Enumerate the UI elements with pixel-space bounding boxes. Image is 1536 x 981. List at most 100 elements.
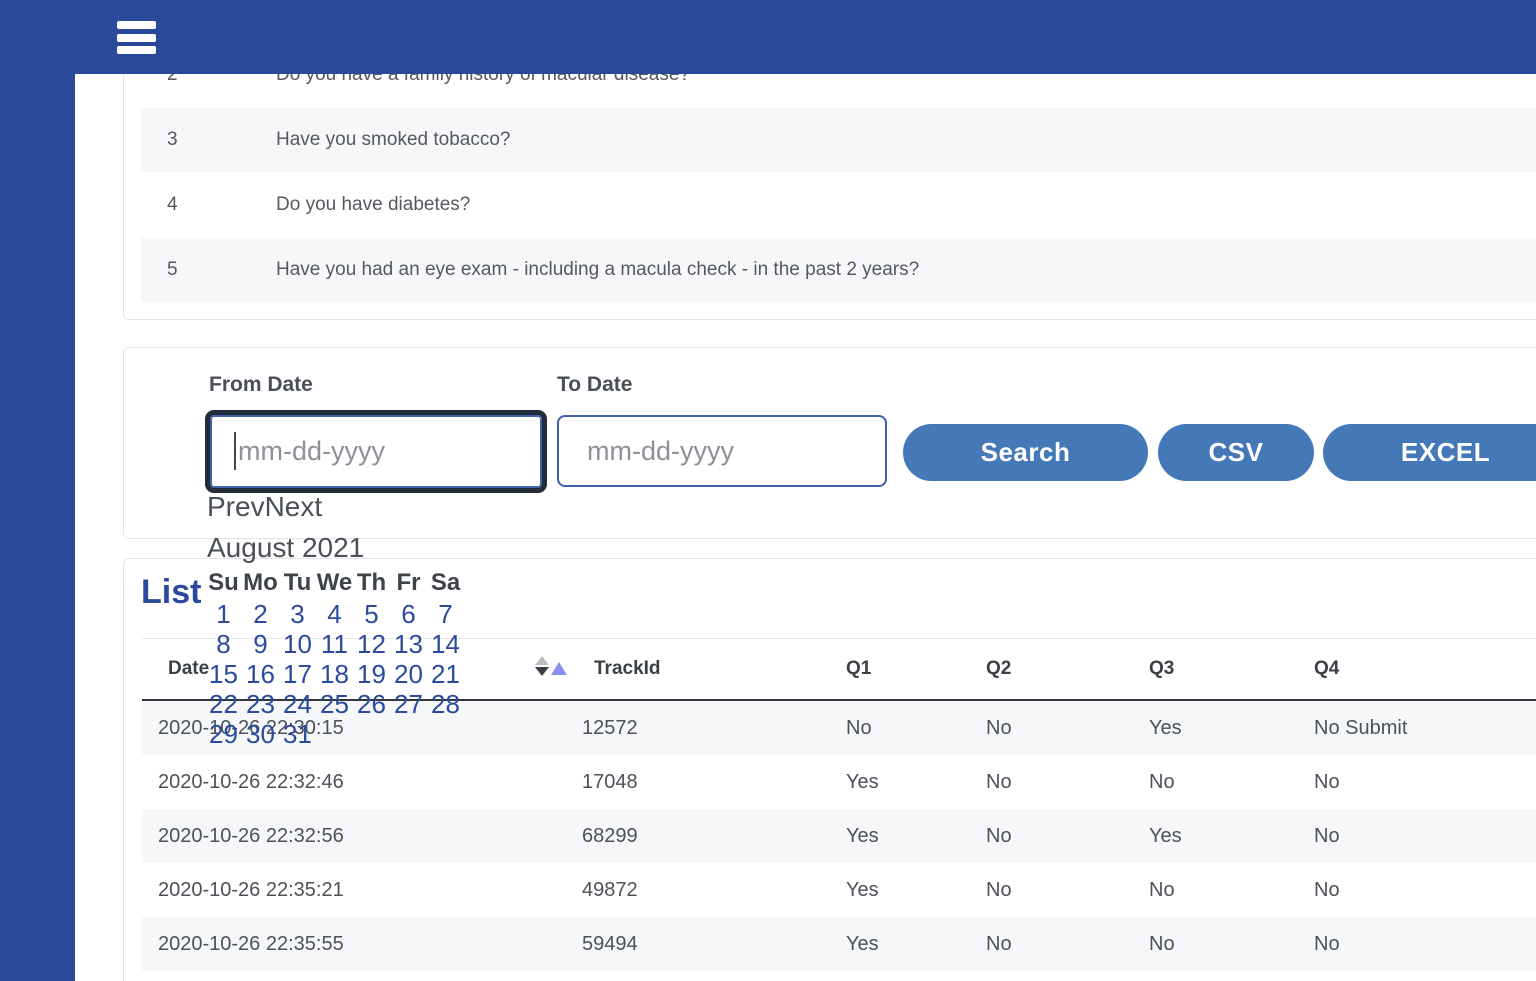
calendar-day[interactable]: 24: [279, 689, 316, 720]
calendar-day[interactable]: 6: [390, 599, 427, 630]
question-row: 4 Do you have diabetes?: [141, 172, 1536, 238]
question-row: 5 Have you had an eye exam - including a…: [141, 238, 1536, 302]
list-heading: List: [141, 573, 201, 612]
calendar-day[interactable]: 28: [427, 689, 464, 720]
column-header-q1[interactable]: Q1: [832, 658, 972, 680]
calendar-day[interactable]: 31: [279, 719, 316, 750]
datepicker: PrevNext August 2021 SuMoTuWeThFrSa 1234…: [205, 487, 473, 749]
calendar-day[interactable]: 20: [390, 659, 427, 690]
calendar-empty-cell: [316, 719, 353, 750]
table-cell: No: [972, 825, 1135, 848]
calendar-day[interactable]: 15: [205, 659, 242, 690]
column-header-q4[interactable]: Q4: [1300, 658, 1536, 680]
calendar-day[interactable]: 4: [316, 599, 353, 630]
calendar-day[interactable]: 11: [316, 629, 353, 660]
menu-bar: [117, 21, 156, 29]
calendar-day[interactable]: 9: [242, 629, 279, 660]
menu-icon[interactable]: [117, 21, 156, 54]
calendar-empty-cell: [390, 719, 427, 750]
question-row: 3 Have you smoked tobacco?: [141, 108, 1536, 172]
calendar-day[interactable]: 12: [353, 629, 390, 660]
calendar-day[interactable]: 18: [316, 659, 353, 690]
question-text: Have you had an eye exam - including a m…: [276, 259, 1536, 281]
question-text: Do you have diabetes?: [276, 194, 1536, 216]
calendar-weeks: 1234567891011121314151617181920212223242…: [205, 599, 473, 749]
calendar-day[interactable]: 21: [427, 659, 464, 690]
sort-up-arrow-icon: [535, 656, 549, 665]
calendar-day[interactable]: 22: [205, 689, 242, 720]
table-cell: No: [1300, 825, 1536, 848]
calendar-day[interactable]: 27: [390, 689, 427, 720]
table-cell: No: [832, 717, 972, 740]
table-cell: Yes: [832, 771, 972, 794]
calendar-week-row: 293031: [205, 719, 473, 749]
question-text: Have you smoked tobacco?: [276, 129, 1536, 151]
table-cell: 59494: [568, 933, 832, 956]
column-header-trackid[interactable]: TrackId: [568, 658, 832, 680]
calendar-day[interactable]: 23: [242, 689, 279, 720]
excel-button[interactable]: EXCEL: [1323, 424, 1536, 481]
csv-button[interactable]: CSV: [1158, 424, 1314, 481]
calendar-day[interactable]: 1: [205, 599, 242, 630]
calendar-empty-cell: [353, 719, 390, 750]
calendar-day[interactable]: 26: [353, 689, 390, 720]
calendar-day[interactable]: 7: [427, 599, 464, 630]
menu-bar: [117, 34, 156, 42]
table-cell: No: [972, 771, 1135, 794]
app-header: [0, 0, 1536, 74]
calendar-day[interactable]: 10: [279, 629, 316, 660]
calendar-weekday: We: [316, 569, 353, 599]
column-header-q3[interactable]: Q3: [1135, 658, 1300, 680]
from-date-label: From Date: [209, 373, 313, 397]
calendar-day[interactable]: 17: [279, 659, 316, 690]
calendar-empty-cell: [427, 719, 464, 750]
calendar-day[interactable]: 25: [316, 689, 353, 720]
calendar-day[interactable]: 16: [242, 659, 279, 690]
table-cell: Yes: [832, 879, 972, 902]
table-cell: No: [1300, 879, 1536, 902]
calendar-weekday: Sa: [427, 569, 464, 599]
table-cell: 49872: [568, 879, 832, 902]
datepicker-nav: PrevNext: [205, 487, 473, 527]
sidebar: [0, 0, 75, 981]
table-cell: No: [972, 717, 1135, 740]
table-cell: No Submit: [1300, 717, 1536, 740]
calendar-day[interactable]: 19: [353, 659, 390, 690]
column-header-q2[interactable]: Q2: [972, 658, 1135, 680]
calendar-week-row: 1234567: [205, 599, 473, 629]
calendar-day[interactable]: 8: [205, 629, 242, 660]
from-date-field: [205, 410, 547, 493]
table-cell: No: [1300, 771, 1536, 794]
table-cell: 2020-10-26 22:35:55: [142, 933, 568, 956]
page: 2 Do you have a family history of macula…: [0, 0, 1536, 981]
table-cell: 68299: [568, 825, 832, 848]
table-row: 2020-10-26 22:35:2149872YesNoNoNo: [142, 863, 1536, 917]
calendar-day[interactable]: 30: [242, 719, 279, 750]
question-number: 3: [141, 129, 276, 151]
calendar-day[interactable]: 13: [390, 629, 427, 660]
table-cell: 2020-10-26 22:35:21: [142, 879, 568, 902]
sort-icon[interactable]: [535, 655, 567, 679]
search-button[interactable]: Search: [903, 424, 1148, 481]
calendar-day[interactable]: 2: [242, 599, 279, 630]
table-cell: No: [1300, 933, 1536, 956]
to-date-label: To Date: [557, 373, 632, 397]
to-date-input[interactable]: [565, 421, 879, 481]
table-cell: 12572: [568, 717, 832, 740]
calendar-weekday: Th: [353, 569, 390, 599]
from-date-input[interactable]: [216, 419, 536, 484]
table-cell: No: [1135, 933, 1300, 956]
calendar-weekday-row: SuMoTuWeThFrSa: [205, 569, 473, 599]
table-cell: Yes: [1135, 825, 1300, 848]
calendar-day[interactable]: 14: [427, 629, 464, 660]
question-number: 4: [141, 194, 276, 216]
table-cell: No: [972, 933, 1135, 956]
table-cell: No: [972, 879, 1135, 902]
calendar-day[interactable]: 5: [353, 599, 390, 630]
table-cell: Yes: [1135, 717, 1300, 740]
menu-bar: [117, 46, 156, 54]
datepicker-next[interactable]: Next: [265, 491, 323, 522]
datepicker-prev[interactable]: Prev: [207, 491, 265, 522]
calendar-day[interactable]: 29: [205, 719, 242, 750]
calendar-day[interactable]: 3: [279, 599, 316, 630]
